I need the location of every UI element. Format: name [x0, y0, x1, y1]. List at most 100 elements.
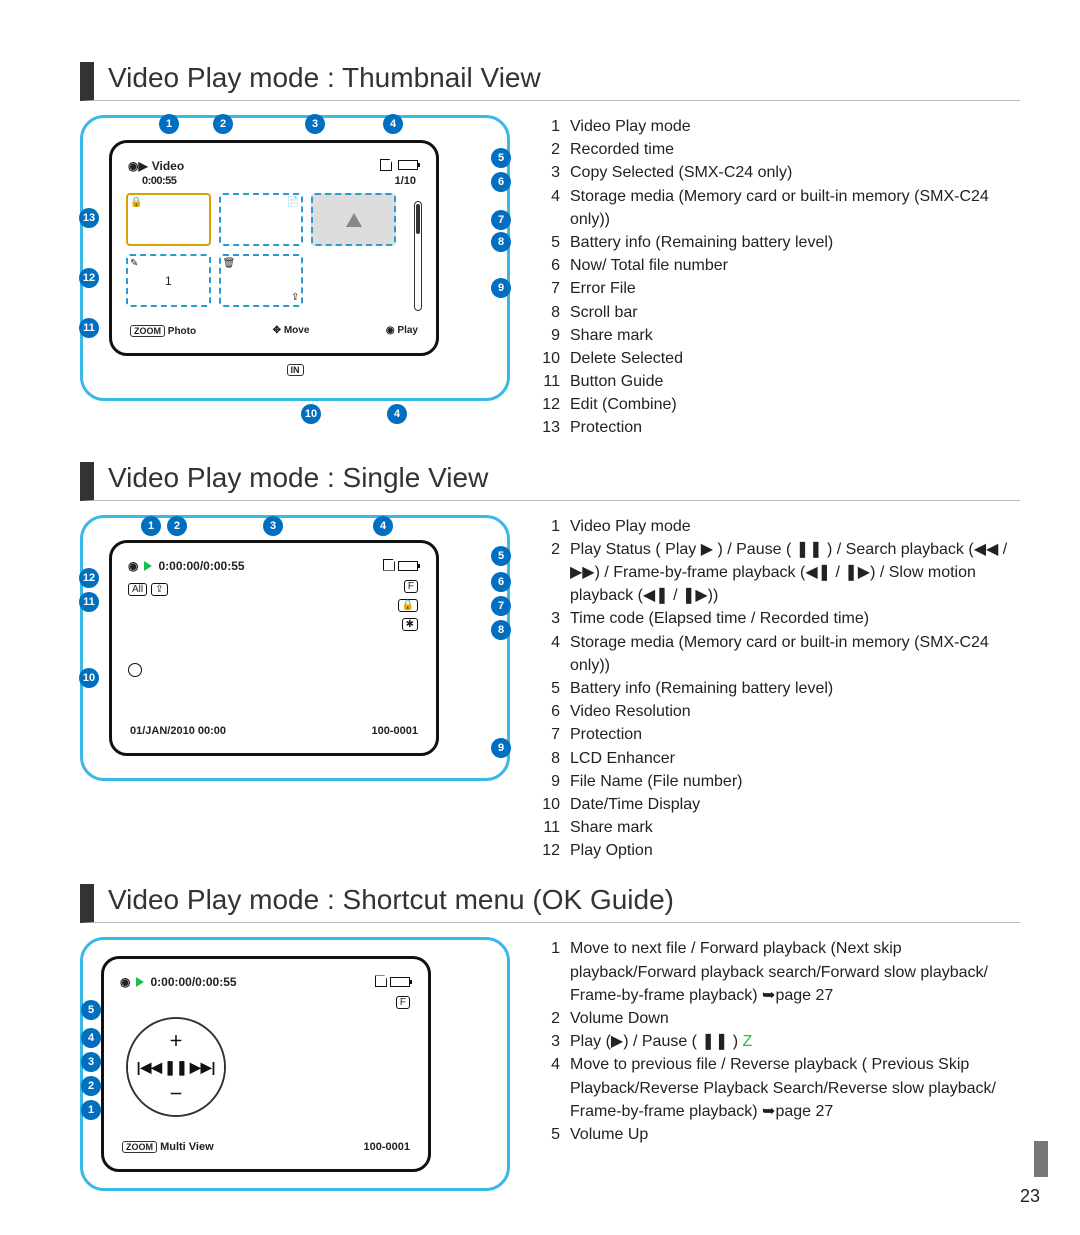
header-label: Video — [152, 159, 184, 173]
prev-icon: |◀◀ — [137, 1059, 162, 1076]
legend-item: 13Protection — [538, 416, 1020, 439]
tv-header: ◉▶ Video — [128, 159, 184, 173]
share-mark-icon: ⇪ — [151, 583, 167, 596]
sv-callout-12: 12 — [79, 568, 99, 588]
filename-display: 100-0001 — [364, 1141, 411, 1153]
sv-callout-9: 9 — [491, 738, 511, 758]
battery-icon — [390, 977, 410, 987]
resolution-icon: F — [396, 996, 410, 1009]
shortcut-row: 5 4 3 2 1 ◉ 0:00:00/0:00:55 F — [80, 937, 1020, 1191]
legend-item: 7Protection — [538, 723, 1020, 746]
legend-item: 5Battery info (Remaining battery level) — [538, 231, 1020, 254]
in-badge: IN — [287, 364, 304, 376]
sv-callout-2: 2 — [167, 516, 187, 536]
lcd-thumbnail: ◉▶ Video 0:00:55 1/10 🔒 📄 — [109, 140, 439, 356]
callout-8: 8 — [491, 232, 511, 252]
play-option-badge: All — [128, 583, 147, 596]
single-diagram: 1 2 3 4 5 6 7 8 9 10 11 12 ◉ 0:00:00 — [80, 515, 510, 781]
legend-item: 8LCD Enhancer — [538, 747, 1020, 770]
sv-callout-3: 3 — [263, 516, 283, 536]
legend-item: 5Volume Up — [538, 1123, 1020, 1146]
single-legend: 1Video Play mode2Play Status ( Play ▶ ) … — [538, 515, 1020, 863]
footer-move: Move — [284, 325, 310, 336]
single-row: 1 2 3 4 5 6 7 8 9 10 11 12 ◉ 0:00:00 — [80, 515, 1020, 863]
play-mode-icon: ◉ — [128, 559, 138, 573]
play-mode-icon: ◉ — [120, 975, 130, 989]
shortcut-legend: 1Move to next ﬁle / Forward playback (Ne… — [538, 937, 1020, 1146]
ok-dpad: ＋ |◀◀ ❚❚ ▶▶| － — [128, 1019, 224, 1115]
sv-callout-5: 5 — [491, 546, 511, 566]
legend-item: 1Move to next ﬁle / Forward playback (Ne… — [538, 937, 1020, 1007]
legend-item: 3Play (▶) / Pause ( ❚❚ ) Z — [538, 1030, 1020, 1053]
sm-callout-2: 2 — [81, 1076, 101, 1096]
warning-icon — [346, 213, 362, 227]
legend-item: 4Storage media (Memory card or built-in … — [538, 631, 1020, 677]
thumbnail-row: 1 2 3 4 5 6 7 8 9 10 11 12 13 4 ◉▶ — [80, 115, 1020, 440]
callout-4: 4 — [383, 114, 403, 134]
lcd-enhancer-icon: ✱ — [402, 618, 418, 631]
resolution-icon: F — [404, 580, 418, 593]
lcd-single: ◉ 0:00:00/0:00:55 All ⇪ F 🔒 ✱ — [109, 540, 439, 756]
sm-callout-4: 4 — [81, 1028, 101, 1048]
legend-item: 4Move to previous ﬁle / Reverse playback… — [538, 1053, 1020, 1123]
thumb-5: 🗑⇪ — [219, 254, 304, 307]
legend-item: 9Share mark — [538, 324, 1020, 347]
sm-callout-3: 3 — [81, 1052, 101, 1072]
battery-icon — [398, 561, 418, 571]
section-title-single: Video Play mode : Single View — [80, 462, 1020, 501]
sv-callout-8: 8 — [491, 620, 511, 640]
section-title-shortcut: Video Play mode : Shortcut menu (OK Guid… — [80, 884, 1020, 923]
button-guide-bar: ZOOM Photo ✥ Move ◉ Play — [130, 325, 418, 337]
thumb-1-selected: 🔒 — [126, 193, 211, 246]
legend-item: 4Storage media (Memory card or built-in … — [538, 185, 1020, 231]
sv-callout-7: 7 — [491, 596, 511, 616]
legend-item: 8Scroll bar — [538, 301, 1020, 324]
callout-9: 9 — [491, 278, 511, 298]
legend-item: 9File Name (File number) — [538, 770, 1020, 793]
legend-item: 10Delete Selected — [538, 347, 1020, 370]
sm-callout-1: 1 — [81, 1100, 101, 1120]
section-title-thumbnail: Video Play mode : Thumbnail View — [80, 62, 1020, 101]
filename-display: 100-0001 — [372, 725, 419, 737]
callout-12: 12 — [79, 268, 99, 288]
play-status-icon — [144, 561, 152, 571]
legend-item: 11Button Guide — [538, 370, 1020, 393]
sm-callout-5: 5 — [81, 1000, 101, 1020]
callout-1: 1 — [159, 114, 179, 134]
volume-up-icon: ＋ — [169, 1031, 183, 1051]
datetime-display: 01/JAN/2010 00:00 — [130, 725, 226, 737]
legend-item: 2Recorded time — [538, 138, 1020, 161]
sv-callout-4: 4 — [373, 516, 393, 536]
sv-callout-6: 6 — [491, 572, 511, 592]
footer-play: Play — [397, 325, 418, 336]
callout-10: 10 — [301, 404, 321, 424]
sv-callout-10: 10 — [79, 668, 99, 688]
thumb-3-error — [311, 193, 396, 246]
storage-icon — [383, 559, 395, 571]
callout-7: 7 — [491, 210, 511, 230]
thumbnail-legend: 1Video Play mode2Recorded time3Copy Sele… — [538, 115, 1020, 440]
callout-6: 6 — [491, 172, 511, 192]
legend-item: 2Play Status ( Play ▶ ) / Pause ( ❚❚ ) /… — [538, 538, 1020, 608]
legend-item: 12Edit (Combine) — [538, 393, 1020, 416]
legend-item: 2Volume Down — [538, 1007, 1020, 1030]
volume-down-icon: － — [169, 1084, 183, 1104]
play-mode-icon: ◉▶ — [128, 159, 148, 173]
thumbnail-diagram: 1 2 3 4 5 6 7 8 9 10 11 12 13 4 ◉▶ — [80, 115, 510, 401]
callout-2: 2 — [213, 114, 233, 134]
thumb-4: ✎1 — [126, 254, 211, 307]
legend-item: 1Video Play mode — [538, 115, 1020, 138]
thumbnail-grid: 🔒 📄 ✎1 🗑⇪ — [126, 193, 396, 307]
page-edge-bar — [1034, 1141, 1048, 1177]
manual-page: Video Play mode : Thumbnail View 1 2 3 4… — [0, 0, 1080, 1211]
sv-callout-11: 11 — [79, 592, 99, 612]
callout-5: 5 — [491, 148, 511, 168]
legend-item: 6Video Resolution — [538, 700, 1020, 723]
thumb-2: 📄 — [219, 193, 304, 246]
callout-4b: 4 — [387, 404, 407, 424]
combine-badge: 1 — [165, 274, 172, 288]
shortcut-diagram: 5 4 3 2 1 ◉ 0:00:00/0:00:55 F — [80, 937, 510, 1191]
legend-item: 12Play Option — [538, 839, 1020, 862]
page-number: 23 — [1020, 1186, 1040, 1207]
scrollbar — [414, 201, 422, 311]
